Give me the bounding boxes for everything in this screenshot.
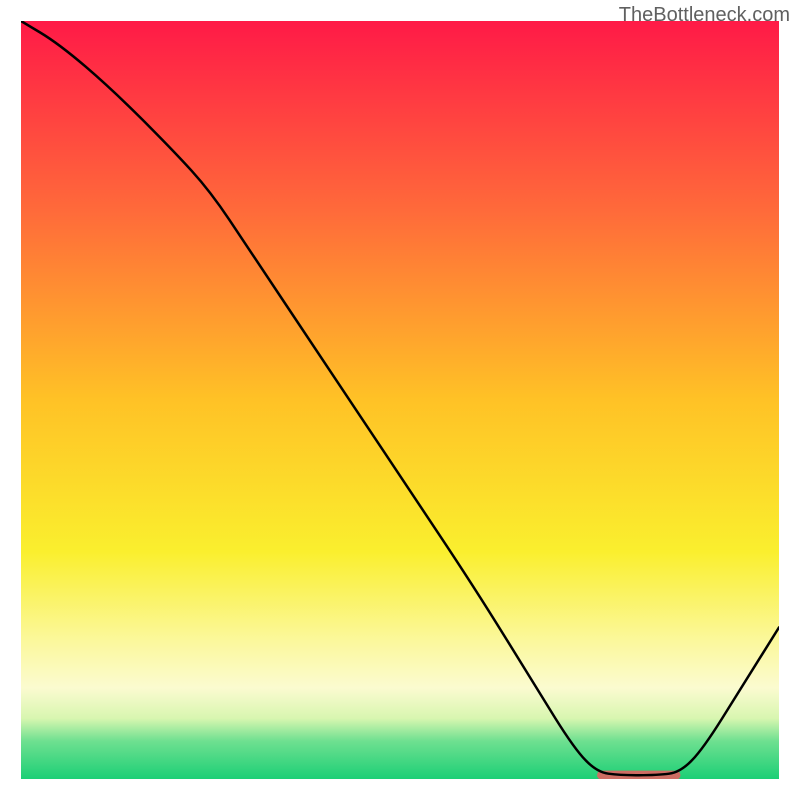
chart-background	[21, 21, 779, 779]
chart-plot-area	[21, 21, 779, 779]
chart-svg	[21, 21, 779, 779]
watermark-text: TheBottleneck.com	[619, 4, 790, 27]
